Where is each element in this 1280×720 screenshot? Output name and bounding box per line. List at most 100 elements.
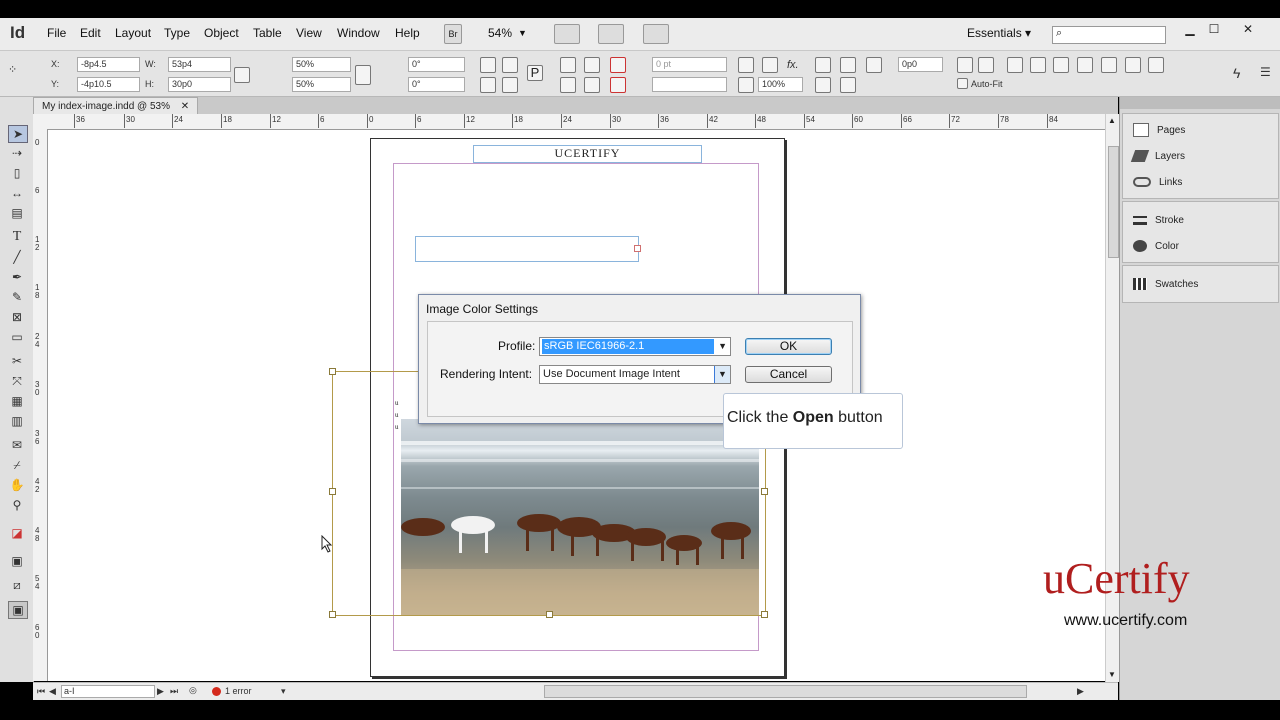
apply-none-icon[interactable]: ⧄ bbox=[8, 577, 26, 593]
p-icon[interactable]: P bbox=[527, 65, 543, 81]
screen-mode-icon[interactable] bbox=[598, 24, 624, 44]
scale-x-field[interactable]: 50% bbox=[292, 57, 351, 72]
chain-link-icon[interactable] bbox=[355, 65, 371, 85]
first-page-icon[interactable]: ⏮ bbox=[37, 686, 45, 697]
selection-handle[interactable] bbox=[546, 611, 553, 618]
page-tool-icon[interactable]: ▯ bbox=[8, 165, 26, 181]
fitting-icon[interactable] bbox=[866, 57, 882, 73]
selection-handle[interactable] bbox=[329, 368, 336, 375]
rectangle-frame-tool-icon[interactable]: ⊠ bbox=[8, 309, 26, 325]
more-options-icon[interactable] bbox=[1148, 57, 1164, 73]
distribute-vertical-icon[interactable] bbox=[1101, 57, 1117, 73]
rotation-angle-field[interactable]: 0° bbox=[408, 57, 465, 72]
menu-type[interactable]: Type bbox=[164, 26, 190, 40]
type-tool-icon[interactable]: T bbox=[8, 229, 26, 245]
text-wrap-none-icon[interactable] bbox=[815, 57, 831, 73]
stroke-swatch-icon[interactable] bbox=[610, 77, 626, 93]
text-wrap-box-icon[interactable] bbox=[840, 57, 856, 73]
minimize-icon[interactable]: ▁ bbox=[1180, 22, 1200, 38]
text-wrap-jump-icon[interactable] bbox=[840, 77, 856, 93]
selection-handle[interactable] bbox=[761, 611, 768, 618]
flip-horizontal-icon[interactable] bbox=[480, 77, 496, 93]
zoom-level[interactable]: 54% bbox=[488, 26, 512, 40]
bridge-button[interactable]: Br bbox=[444, 24, 462, 44]
rectangle-tool-icon[interactable]: ▭ bbox=[8, 329, 26, 345]
shear-angle-field[interactable]: 0° bbox=[408, 77, 465, 92]
scale-y-field[interactable]: 50% bbox=[292, 77, 351, 92]
height-field[interactable]: 30p0 bbox=[168, 77, 231, 92]
opacity-icon[interactable] bbox=[738, 77, 754, 93]
close-tab-icon[interactable]: ✕ bbox=[181, 101, 189, 112]
preflight-icon[interactable]: ◎ bbox=[189, 685, 197, 696]
gap-tool-icon[interactable]: ↔ bbox=[8, 185, 26, 201]
align-left-icon[interactable] bbox=[1007, 57, 1023, 73]
zoom-tool-icon[interactable]: ⚲ bbox=[8, 497, 26, 513]
selection-handle[interactable] bbox=[329, 488, 336, 495]
fit-content-icon[interactable] bbox=[978, 57, 994, 73]
stroke-type-field[interactable] bbox=[652, 77, 727, 92]
profile-select[interactable]: sRGB IEC61966-2.1 ▼ bbox=[539, 337, 731, 356]
vertical-scroll-thumb[interactable] bbox=[1108, 146, 1119, 258]
select-next-icon[interactable] bbox=[584, 77, 600, 93]
eyedropper-tool-icon[interactable]: ⌿ bbox=[8, 457, 26, 473]
scroll-up-icon[interactable]: ▲ bbox=[1108, 116, 1116, 125]
panel-pages[interactable]: Pages bbox=[1133, 122, 1185, 140]
width-field[interactable]: 53p4 bbox=[168, 57, 231, 72]
align-right-icon[interactable] bbox=[1053, 57, 1069, 73]
selection-handle[interactable] bbox=[761, 488, 768, 495]
next-page-icon[interactable]: ▶ bbox=[157, 686, 164, 697]
free-transform-tool-icon[interactable]: ⤧ bbox=[8, 373, 26, 389]
menu-view[interactable]: View bbox=[296, 26, 322, 40]
view-options-icon[interactable] bbox=[554, 24, 580, 44]
note-tool-icon[interactable]: ✉ bbox=[8, 437, 26, 453]
autofit-checkbox[interactable] bbox=[957, 78, 968, 89]
reference-point-icon[interactable]: ⁘ bbox=[8, 63, 22, 77]
content-collector-icon[interactable]: ▤ bbox=[8, 205, 26, 221]
profile-dropdown-icon[interactable]: ▼ bbox=[718, 338, 727, 355]
menu-help[interactable]: Help bbox=[395, 26, 420, 40]
panel-swatches[interactable]: Swatches bbox=[1133, 276, 1198, 294]
menu-object[interactable]: Object bbox=[204, 26, 239, 40]
hand-tool-icon[interactable]: ✋ bbox=[8, 477, 26, 493]
prev-page-icon[interactable]: ◀ bbox=[49, 686, 56, 697]
align-center-icon[interactable] bbox=[1030, 57, 1046, 73]
direct-selection-tool-icon[interactable]: ⇢ bbox=[8, 145, 26, 161]
x-position-field[interactable]: -8p4.5 bbox=[77, 57, 140, 72]
horizontal-scroll-thumb[interactable] bbox=[544, 685, 1027, 698]
last-page-icon[interactable]: ⏭ bbox=[170, 686, 178, 697]
stroke-weight-field[interactable]: 0 pt bbox=[652, 57, 727, 72]
workspace-switcher[interactable]: Essentials ▾ bbox=[967, 26, 1031, 40]
line-tool-icon[interactable]: ╱ bbox=[8, 249, 26, 265]
constrain-proportions-icon[interactable] bbox=[234, 67, 250, 83]
fill-stroke-icon[interactable]: ◪ bbox=[8, 525, 26, 541]
select-content-icon[interactable] bbox=[584, 57, 600, 73]
maximize-icon[interactable]: ☐ bbox=[1204, 22, 1224, 38]
pencil-tool-icon[interactable]: ✎ bbox=[8, 289, 26, 305]
panel-menu-icon[interactable]: ☰ bbox=[1260, 65, 1271, 79]
distribute-icon[interactable] bbox=[1077, 57, 1093, 73]
flip-vertical-icon[interactable] bbox=[502, 77, 518, 93]
offset-field[interactable]: 0p0 bbox=[898, 57, 943, 72]
panel-links[interactable]: Links bbox=[1133, 174, 1182, 192]
panel-color[interactable]: Color bbox=[1133, 238, 1179, 256]
gradient-swatch-tool-icon[interactable]: ▦ bbox=[8, 393, 26, 409]
selection-handle[interactable] bbox=[329, 611, 336, 618]
menu-table[interactable]: Table bbox=[253, 26, 282, 40]
select-container-icon[interactable] bbox=[560, 57, 576, 73]
menu-layout[interactable]: Layout bbox=[115, 26, 151, 40]
screen-mode-icon[interactable]: ▣ bbox=[8, 601, 28, 619]
selection-tool-icon[interactable]: ➤ bbox=[8, 125, 28, 143]
arrange-documents-icon[interactable] bbox=[643, 24, 669, 44]
rendering-intent-dropdown-icon[interactable]: ▼ bbox=[714, 366, 730, 383]
effects-icon[interactable]: fx. bbox=[787, 59, 799, 71]
scroll-down-icon[interactable]: ▼ bbox=[1108, 670, 1116, 679]
header-text-frame[interactable]: UCERTIFY bbox=[473, 145, 702, 163]
scroll-right-icon[interactable]: ▶ bbox=[1077, 686, 1084, 697]
y-position-field[interactable]: -4p10.5 bbox=[77, 77, 140, 92]
select-previous-icon[interactable] bbox=[560, 77, 576, 93]
close-icon[interactable]: ✕ bbox=[1238, 22, 1258, 38]
corner-options-icon[interactable] bbox=[762, 57, 778, 73]
zoom-dropdown-icon[interactable]: ▼ bbox=[518, 28, 527, 38]
drop-shadow-icon[interactable] bbox=[738, 57, 754, 73]
pen-tool-icon[interactable]: ✒ bbox=[8, 269, 26, 285]
